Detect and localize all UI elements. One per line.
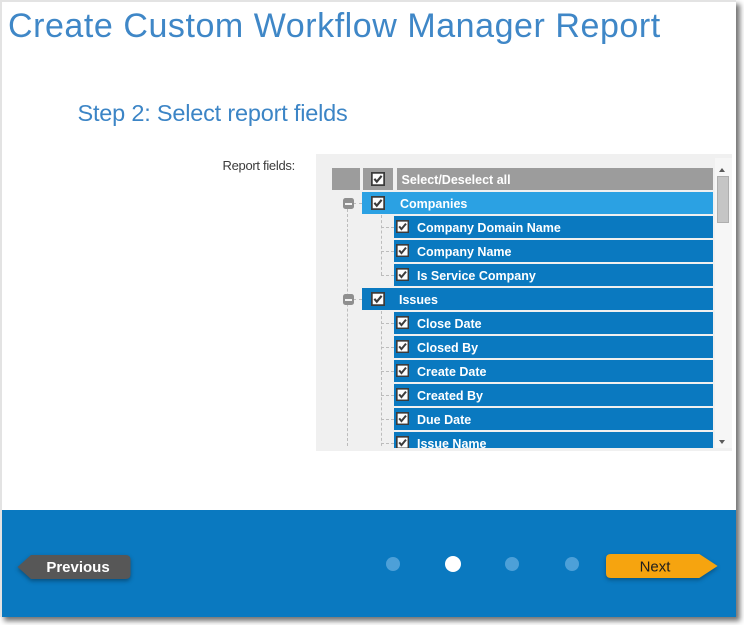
- svg-text:Next: Next: [640, 559, 672, 576]
- svg-text:Previous: Previous: [46, 559, 109, 576]
